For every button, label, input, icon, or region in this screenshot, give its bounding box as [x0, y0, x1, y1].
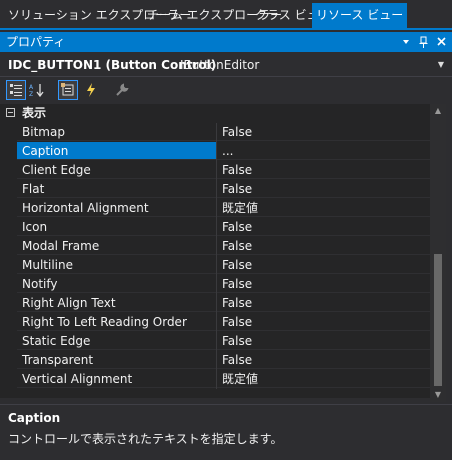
property-name[interactable]: Modal Frame: [17, 237, 216, 255]
vertical-scrollbar[interactable]: ▲ ▼: [430, 104, 446, 402]
property-row[interactable]: Multiline False: [0, 256, 430, 275]
categorized-button[interactable]: [6, 80, 26, 100]
property-name[interactable]: Notify: [17, 275, 216, 293]
property-row[interactable]: Caption...: [0, 142, 430, 161]
property-value[interactable]: False: [217, 275, 430, 293]
property-value[interactable]: False: [217, 313, 430, 331]
row-gutter: [0, 370, 17, 389]
row-gutter: [0, 256, 17, 275]
row-gutter: [0, 142, 17, 161]
property-row[interactable]: Right Align Text False: [0, 294, 430, 313]
property-row[interactable]: Client Edge False: [0, 161, 430, 180]
property-value[interactable]: False: [217, 180, 430, 198]
collapse-icon[interactable]: [6, 108, 15, 117]
property-name[interactable]: Transparent: [17, 351, 216, 369]
row-gutter: [0, 237, 17, 256]
scroll-up-icon[interactable]: ▲: [430, 104, 446, 118]
row-gutter: [0, 332, 17, 351]
property-name[interactable]: Flat: [17, 180, 216, 198]
categorized-icon: [9, 83, 23, 97]
alphabetical-icon: A Z: [29, 83, 45, 97]
property-row[interactable]: Modal Frame False: [0, 237, 430, 256]
property-name[interactable]: Bitmap: [17, 123, 216, 141]
property-row[interactable]: Static Edge False: [0, 332, 430, 351]
property-row[interactable]: Transparent False: [0, 351, 430, 370]
property-row[interactable]: Icon False: [0, 218, 430, 237]
property-name[interactable]: Vertical Alignment: [17, 370, 216, 388]
row-gutter: [0, 161, 17, 180]
property-row[interactable]: Flat False: [0, 180, 430, 199]
row-gutter: [0, 351, 17, 370]
description-title: Caption: [8, 411, 61, 425]
row-gutter: [0, 313, 17, 332]
property-name[interactable]: Horizontal Alignment: [17, 199, 216, 217]
property-value[interactable]: False: [217, 123, 430, 141]
property-grid: 表示 Bitmap False Caption... Client Edge False…: [0, 104, 430, 398]
property-name[interactable]: Right Align Text: [17, 294, 216, 312]
property-row[interactable]: Notify False: [0, 275, 430, 294]
row-gutter: [0, 294, 17, 313]
row-gutter: [0, 123, 17, 142]
property-row[interactable]: Bitmap False: [0, 123, 430, 142]
tab-underline: [0, 28, 452, 30]
events-button[interactable]: [81, 80, 101, 100]
row-gutter: [0, 275, 17, 294]
property-value[interactable]: False: [217, 161, 430, 179]
property-value[interactable]: False: [217, 294, 430, 312]
alphabetical-button[interactable]: A Z: [27, 80, 47, 100]
scroll-down-icon[interactable]: ▼: [430, 388, 446, 402]
category-label: 表示: [22, 106, 47, 120]
property-name[interactable]: Right To Left Reading Order: [17, 313, 216, 331]
property-row[interactable]: Vertical Alignment 既定値: [0, 370, 430, 389]
property-value[interactable]: ...: [217, 142, 430, 160]
property-name[interactable]: Static Edge: [17, 332, 216, 350]
chevron-down-icon[interactable]: ▼: [438, 54, 444, 76]
tool-window-tabs: ソリューション エクスプローラー チーム エクスプローラー クラス ビュー リソ…: [0, 0, 452, 30]
tab-resource-view[interactable]: リソース ビュー: [312, 3, 408, 28]
row-gutter: [0, 218, 17, 237]
property-value[interactable]: 既定値: [217, 370, 430, 388]
property-name[interactable]: Multiline: [17, 256, 216, 274]
pin-icon[interactable]: [419, 32, 428, 52]
object-selector[interactable]: IDC_BUTTON1 (Button Control) IButtonEdit…: [0, 54, 452, 77]
row-gutter: [0, 199, 17, 218]
properties-title-bar: プロパティ: [0, 32, 452, 52]
wrench-icon: [115, 83, 129, 97]
property-value[interactable]: False: [217, 332, 430, 350]
svg-text:A: A: [29, 84, 34, 91]
close-icon[interactable]: [437, 32, 446, 52]
property-name[interactable]: Caption: [17, 142, 216, 160]
property-name[interactable]: Client Edge: [17, 161, 216, 179]
row-gutter: [0, 180, 17, 199]
events-icon: [85, 83, 97, 97]
property-value[interactable]: 既定値: [217, 199, 430, 217]
property-row[interactable]: Horizontal Alignment 既定値: [0, 199, 430, 218]
scrollbar-thumb[interactable]: [434, 254, 442, 386]
dropdown-arrow-icon[interactable]: [402, 32, 410, 52]
object-type: IButtonEditor: [180, 58, 260, 72]
description-pane: Caption コントロールで表示されたテキストを指定します。: [0, 404, 452, 460]
panel-title: プロパティ: [6, 35, 66, 49]
property-value[interactable]: False: [217, 218, 430, 236]
property-value[interactable]: False: [217, 351, 430, 369]
property-row[interactable]: Right To Left Reading Order False: [0, 313, 430, 332]
property-pages-button[interactable]: [112, 80, 132, 100]
properties-icon: [61, 83, 75, 97]
property-value[interactable]: False: [217, 237, 430, 255]
property-name[interactable]: Icon: [17, 218, 216, 236]
properties-toolbar: A Z: [0, 78, 452, 102]
properties-view-button[interactable]: [58, 80, 78, 100]
property-value[interactable]: False: [217, 256, 430, 274]
description-text: コントロールで表示されたテキストを指定します。: [8, 432, 283, 446]
category-header[interactable]: 表示: [0, 104, 430, 123]
property-rows: Bitmap False Caption... Client Edge False Fla…: [0, 123, 430, 389]
svg-text:Z: Z: [29, 91, 33, 97]
